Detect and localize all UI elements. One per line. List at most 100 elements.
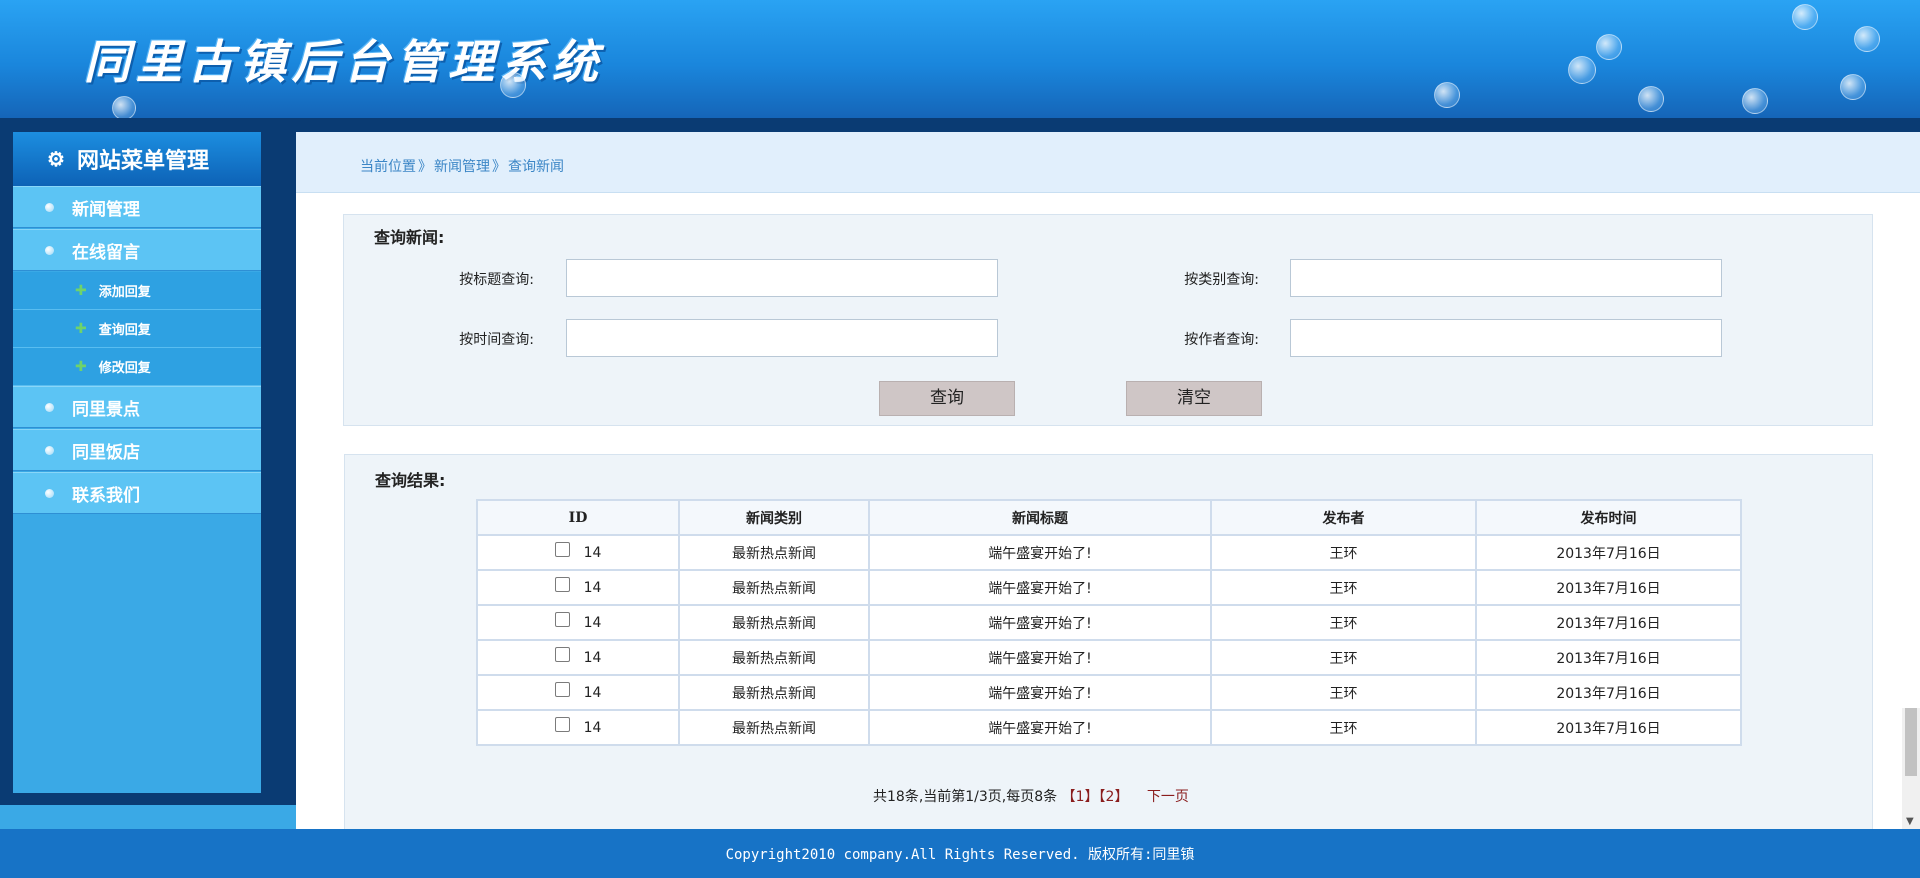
time-query-input[interactable] — [566, 319, 998, 357]
pagination-summary: 共18条,当前第1/3页,每页8条 — [873, 789, 1058, 805]
sidebar-item-restaurants[interactable]: 同里饭店 — [13, 429, 261, 471]
row-checkbox[interactable] — [554, 647, 570, 662]
sidebar-subitem-query-reply[interactable]: ✚ 查询回复 — [13, 310, 261, 348]
table-row: 14 最新热点新闻 端午盛宴开始了! 王环 2013年7月16日 — [476, 534, 1742, 571]
decor-bubble — [1792, 4, 1818, 30]
table-row: 14 最新热点新闻 端午盛宴开始了! 王环 2013年7月16日 — [476, 604, 1742, 641]
title-cell: 端午盛宴开始了! — [868, 569, 1212, 606]
sidebar-item-attractions[interactable]: 同里景点 — [13, 386, 261, 428]
category-cell: 最新热点新闻 — [678, 534, 870, 571]
page-link-1[interactable]: 【1】 — [1062, 789, 1099, 805]
title-cell: 端午盛宴开始了! — [868, 534, 1212, 571]
sidebar-subitem-add-reply[interactable]: ✚ 添加回复 — [13, 272, 261, 310]
app-logo: 同里古镇后台管理系统 — [84, 35, 604, 89]
sidebar-subitem-edit-reply[interactable]: ✚ 修改回复 — [13, 348, 261, 386]
row-id: 14 — [583, 544, 602, 561]
sidebar-item-label: 同里景点 — [72, 399, 140, 420]
plus-icon: ✚ — [75, 282, 87, 299]
date-cell: 2013年7月16日 — [1475, 604, 1742, 641]
author-query-input[interactable] — [1290, 319, 1722, 357]
sidebar-item-messages[interactable]: 在线留言 — [13, 229, 261, 271]
scrollbar-thumb[interactable] — [1905, 708, 1917, 776]
footer: Copyright2010 company.All Rights Reserve… — [0, 829, 1920, 878]
sidebar: ⚙ 网站菜单管理 新闻管理 在线留言 ✚ 添加回复 ✚ 查询回复 ✚ 修改回复 … — [0, 132, 296, 839]
table-row: 14 最新热点新闻 端午盛宴开始了! 王环 2013年7月16日 — [476, 569, 1742, 606]
title-cell: 端午盛宴开始了! — [868, 709, 1212, 746]
title-query-input[interactable] — [566, 259, 998, 297]
id-cell: 14 — [476, 569, 680, 606]
column-header-id: ID — [476, 499, 680, 536]
decor-bubble — [1638, 86, 1664, 112]
header-banner: 同里古镇后台管理系统 — [0, 0, 1920, 118]
title-cell: 端午盛宴开始了! — [868, 639, 1212, 676]
column-header-author: 发布者 — [1210, 499, 1477, 536]
scroll-down-icon[interactable]: ▼ — [1906, 816, 1914, 827]
clear-button[interactable]: 清空 — [1126, 381, 1262, 416]
sidebar-subitem-label: 添加回复 — [98, 285, 151, 300]
sidebar-item-label: 同里饭店 — [72, 442, 140, 463]
decor-bubble — [1434, 82, 1460, 108]
plus-icon: ✚ — [75, 320, 87, 337]
id-cell: 14 — [476, 709, 680, 746]
id-cell: 14 — [476, 604, 680, 641]
row-id: 14 — [583, 579, 602, 596]
date-cell: 2013年7月16日 — [1475, 639, 1742, 676]
time-query-label: 按时间查询: — [459, 332, 534, 348]
row-id: 14 — [583, 614, 602, 631]
column-header-title: 新闻标题 — [868, 499, 1212, 536]
row-checkbox[interactable] — [554, 717, 570, 732]
gear-icon: ⚙ — [47, 147, 65, 171]
date-cell: 2013年7月16日 — [1475, 674, 1742, 711]
breadcrumb-item: 当前位置 — [360, 159, 416, 175]
table-row: 14 最新热点新闻 端午盛宴开始了! 王环 2013年7月16日 — [476, 674, 1742, 711]
main-content: 当前位置》新闻管理》查询新闻 查询新闻: 按标题查询: 按类别查询: 按时间查询… — [296, 132, 1920, 836]
row-checkbox[interactable] — [554, 612, 570, 627]
scrollbar[interactable]: ▼ — [1902, 708, 1920, 829]
bullet-icon — [45, 402, 54, 412]
page-link-2[interactable]: 【2】 — [1099, 789, 1129, 805]
title-cell: 端午盛宴开始了! — [868, 604, 1212, 641]
bullet-icon — [45, 202, 54, 212]
author-query-label: 按作者查询: — [1184, 332, 1259, 348]
row-checkbox[interactable] — [554, 577, 570, 592]
sidebar-item-label: 新闻管理 — [72, 199, 140, 220]
results-table: ID 新闻类别 新闻标题 发布者 发布时间 14 最新热点新闻 端午盛宴开始了!… — [476, 499, 1742, 746]
breadcrumb-separator: 》 — [492, 159, 506, 175]
row-checkbox[interactable] — [554, 542, 570, 557]
breadcrumb: 当前位置》新闻管理》查询新闻 — [360, 156, 564, 176]
date-cell: 2013年7月16日 — [1475, 534, 1742, 571]
decor-bubble — [500, 72, 526, 98]
row-id: 14 — [583, 719, 602, 736]
category-cell: 最新热点新闻 — [678, 709, 870, 746]
bullet-icon — [45, 445, 54, 455]
sidebar-item-news[interactable]: 新闻管理 — [13, 186, 261, 228]
category-query-input[interactable] — [1290, 259, 1722, 297]
category-cell: 最新热点新闻 — [678, 604, 870, 641]
next-page-link[interactable]: 下一页 — [1147, 789, 1189, 805]
category-cell: 最新热点新闻 — [678, 569, 870, 606]
author-cell: 王环 — [1210, 709, 1477, 746]
decor-bubble — [1596, 34, 1622, 60]
decor-bubble — [1840, 74, 1866, 100]
sidebar-item-contact[interactable]: 联系我们 — [13, 472, 261, 514]
row-checkbox[interactable] — [554, 682, 570, 697]
bullet-icon — [45, 245, 54, 255]
date-cell: 2013年7月16日 — [1475, 709, 1742, 746]
breadcrumb-separator: 》 — [418, 159, 432, 175]
query-panel: 查询新闻: 按标题查询: 按类别查询: 按时间查询: 按作者查询: 查询 清空 — [343, 214, 1873, 426]
sidebar-title-text: 网站菜单管理 — [76, 148, 209, 174]
row-id: 14 — [583, 684, 602, 701]
bullet-icon — [45, 488, 54, 498]
breadcrumb-bar: 当前位置》新闻管理》查询新闻 — [296, 132, 1920, 193]
breadcrumb-item[interactable]: 新闻管理 — [434, 159, 490, 175]
sidebar-title: ⚙ 网站菜单管理 — [13, 132, 261, 186]
row-id: 14 — [583, 649, 602, 666]
title-query-label: 按标题查询: — [459, 272, 534, 288]
id-cell: 14 — [476, 674, 680, 711]
breadcrumb-item[interactable]: 查询新闻 — [508, 159, 564, 175]
column-header-date: 发布时间 — [1475, 499, 1742, 536]
decor-bubble — [1742, 88, 1768, 114]
search-button[interactable]: 查询 — [879, 381, 1015, 416]
author-cell: 王环 — [1210, 674, 1477, 711]
category-query-label: 按类别查询: — [1184, 272, 1259, 288]
